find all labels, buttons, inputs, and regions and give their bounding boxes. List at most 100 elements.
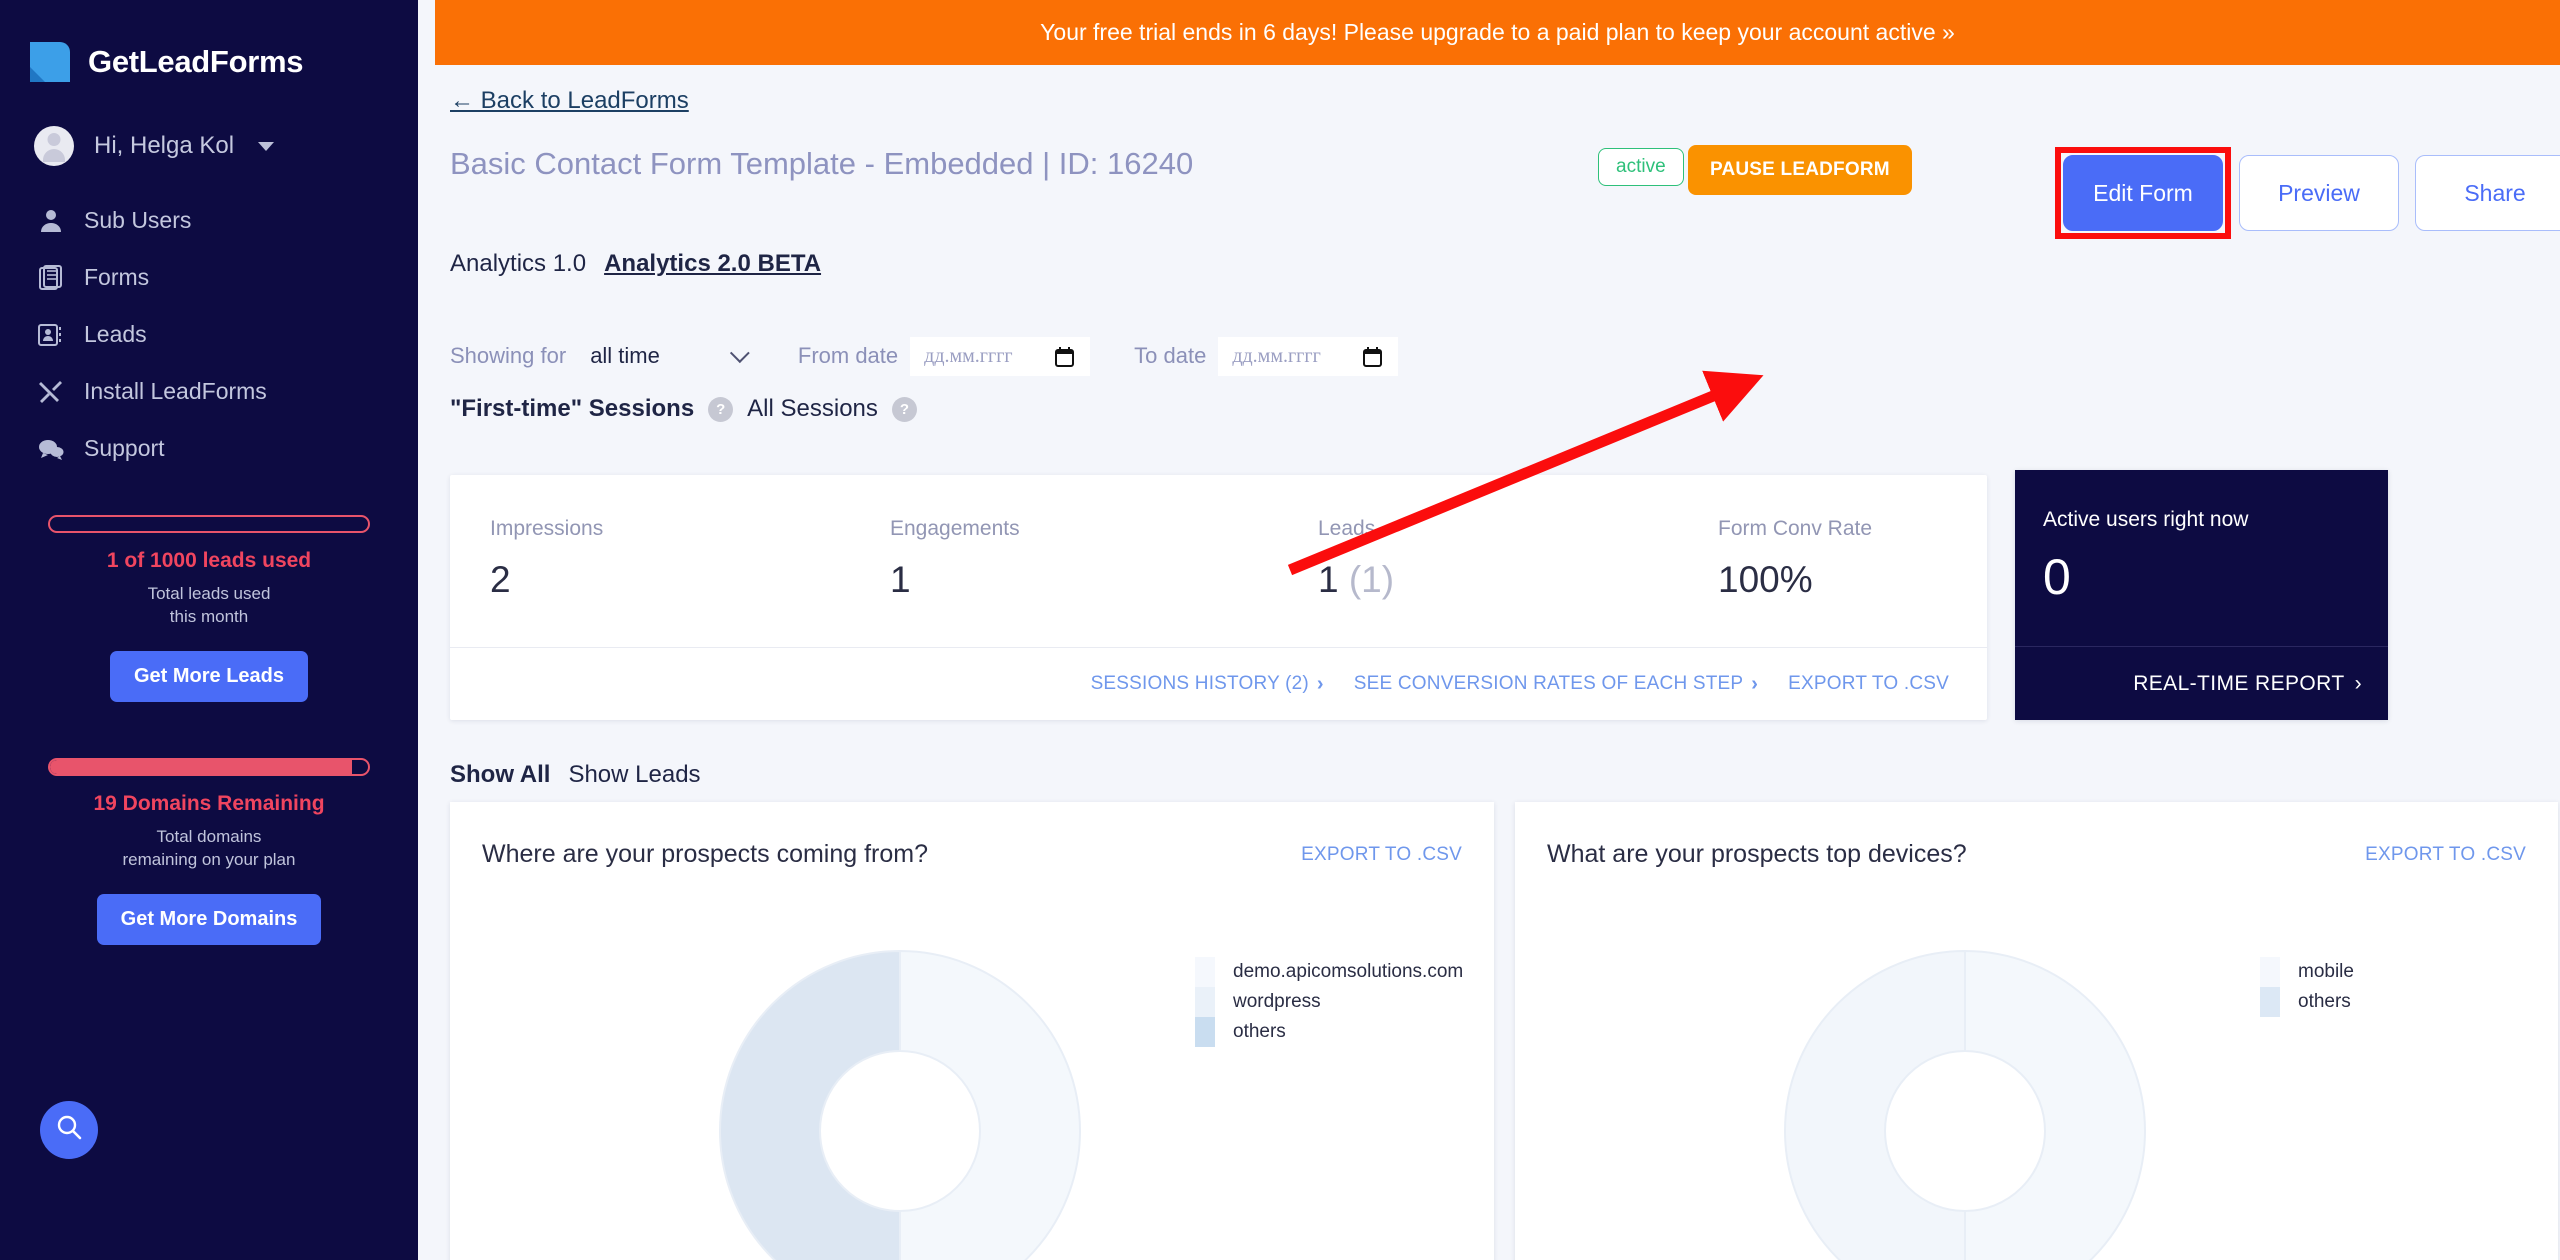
brand[interactable]: GetLeadForms (0, 0, 418, 82)
tab-all-sessions[interactable]: All Sessions (747, 395, 878, 423)
tab-analytics-2-beta[interactable]: Analytics 2.0 BETA (604, 250, 821, 278)
avatar (34, 126, 74, 166)
domains-progress-bar (48, 757, 370, 776)
chart-body: demo.apicomsolutions.com wordpress other… (450, 869, 1494, 1260)
to-date-label: To date (1134, 343, 1207, 368)
back-to-leadforms-link[interactable]: ← Back to LeadForms (450, 87, 689, 115)
stat-value-main: 1 (1318, 559, 1339, 600)
showing-for-label: Showing for (450, 343, 567, 368)
donut-slice-1[interactable] (899, 949, 1081, 1260)
get-more-domains-button[interactable]: Get More Domains (96, 893, 322, 945)
donut-slice-0[interactable] (719, 949, 901, 1260)
calendar-icon[interactable] (1054, 346, 1074, 367)
user-icon (38, 208, 64, 234)
leads-sub-line1: Total leads used (147, 584, 271, 603)
stat-form-conv-rate: Form Conv Rate 100% (1678, 517, 1872, 647)
trial-banner[interactable]: Your free trial ends in 6 days! Please u… (435, 0, 2560, 65)
legend-item[interactable]: demo.apicomsolutions.com (1195, 957, 1463, 987)
calendar-icon[interactable] (1362, 346, 1382, 367)
tab-show-leads[interactable]: Show Leads (568, 761, 700, 789)
sessions-history-link[interactable]: SESSIONS HISTORY (2) › (1091, 673, 1324, 696)
edit-form-highlight-box: Edit Form (2055, 147, 2231, 239)
from-date-label: From date (797, 343, 899, 368)
action-buttons: Edit Form Preview Share Duplicate Form (2055, 147, 2560, 239)
user-profile-menu[interactable]: Hi, Helga Kol (0, 82, 418, 166)
legend-label: others (2298, 991, 2351, 1012)
chevron-down-icon (258, 141, 275, 151)
sidebar-item-label: Sub Users (84, 207, 192, 233)
edit-form-button[interactable]: Edit Form (2063, 155, 2223, 231)
show-tabs: Show All Show Leads (450, 761, 701, 789)
preview-button[interactable]: Preview (2239, 155, 2399, 231)
tab-analytics-1[interactable]: Analytics 1.0 (450, 250, 586, 278)
domains-usage-subtitle: Total domains remaining on your plan (48, 826, 370, 872)
legend-item[interactable]: mobile (2260, 957, 2354, 987)
donut-slice-1[interactable] (1964, 949, 2146, 1260)
sidebar-nav: Sub Users Forms Leads Install LeadForms (0, 192, 418, 477)
legend-item[interactable]: others (1195, 1017, 1463, 1047)
sidebar-item-label: Forms (84, 264, 150, 290)
leads-usage-block: 1 of 1000 leads used Total leads used th… (0, 515, 418, 702)
tools-icon (38, 379, 64, 405)
legend-label: mobile (2298, 961, 2354, 982)
chart-title: What are your prospects top devices? (1547, 840, 1967, 868)
pause-leadform-button[interactable]: PAUSE LEADFORM (1688, 145, 1912, 195)
sidebar-item-label: Install LeadForms (84, 378, 267, 404)
stat-value: 100% (1718, 559, 1813, 600)
chart-card-devices: What are your prospects top devices? EXP… (1515, 802, 2558, 1260)
from-date-input[interactable]: дд.мм.гггг (910, 336, 1091, 376)
donut-slice-0[interactable] (1784, 949, 1966, 1260)
to-date-input[interactable]: дд.мм.гггг (1218, 336, 1399, 376)
leads-progress-bar (48, 515, 370, 533)
main-content: ← Back to LeadForms Basic Contact Form T… (418, 65, 2560, 1260)
chart-card-sources: Where are your prospects coming from? EX… (450, 802, 1494, 1260)
to-date-placeholder: дд.мм.гггг (1232, 344, 1321, 367)
showing-for-select[interactable]: all time (580, 335, 754, 377)
legend-swatch (1195, 987, 1215, 1017)
document-icon (38, 264, 64, 291)
sidebar-item-leads[interactable]: Leads (0, 306, 418, 363)
legend-swatch (2260, 957, 2280, 987)
tab-show-all[interactable]: Show All (450, 761, 550, 789)
sidebar-item-sub-users[interactable]: Sub Users (0, 192, 418, 249)
help-icon[interactable]: ? (708, 396, 734, 422)
stat-label: Engagements (890, 517, 1020, 540)
export-csv-link[interactable]: EXPORT TO .CSV (1301, 844, 1462, 866)
donut-chart[interactable] (1755, 921, 2175, 1260)
chevron-down-icon (729, 343, 750, 364)
stat-value: 2 (490, 559, 511, 600)
share-button[interactable]: Share (2415, 155, 2560, 231)
stat-value-extra: (1) (1348, 559, 1395, 600)
legend-swatch (1195, 1017, 1215, 1047)
legend-label: wordpress (1233, 991, 1321, 1012)
get-more-leads-button[interactable]: Get More Leads (109, 650, 309, 702)
search-fab-button[interactable] (40, 1101, 98, 1159)
share-wrap: Share (2415, 155, 2560, 231)
export-csv-link[interactable]: EXPORT TO .CSV (1788, 673, 1949, 695)
donut-chart[interactable] (690, 921, 1110, 1260)
session-mode-tabs: "First-time" Sessions ? All Sessions ? (450, 395, 917, 423)
link-label: SEE CONVERSION RATES OF EACH STEP (1353, 673, 1744, 694)
stat-engagements: Engagements 1 (850, 517, 1278, 647)
tab-first-time-sessions[interactable]: "First-time" Sessions (450, 395, 694, 423)
sidebar-item-forms[interactable]: Forms (0, 249, 418, 306)
date-filters: Showing for all time From date дд.мм.ггг… (450, 335, 1399, 377)
legend-item[interactable]: wordpress (1195, 987, 1463, 1017)
stat-impressions: Impressions 2 (450, 517, 850, 647)
showing-for-value: all time (590, 343, 660, 368)
legend-item[interactable]: others (2260, 987, 2354, 1017)
chart-header: What are your prospects top devices? EXP… (1515, 802, 2558, 869)
conversion-rates-link[interactable]: SEE CONVERSION RATES OF EACH STEP › (1354, 673, 1758, 696)
app-root: GetLeadForms Hi, Helga Kol Sub Users For… (0, 0, 2560, 1260)
domains-sub-line1: Total domains (156, 826, 262, 846)
sidebar-item-install-leadforms[interactable]: Install LeadForms (0, 363, 418, 420)
help-icon[interactable]: ? (891, 396, 917, 422)
export-csv-link[interactable]: EXPORT TO .CSV (2365, 844, 2526, 866)
sidebar-item-support[interactable]: Support (0, 420, 418, 477)
page-title: Basic Contact Form Template - Embedded |… (450, 146, 1194, 181)
realtime-report-link[interactable]: REAL-TIME REPORT › (2015, 646, 2388, 720)
link-label: SESSIONS HISTORY (2) (1090, 673, 1309, 694)
realtime-value: 0 (2043, 549, 2071, 605)
analytics-tabs: Analytics 1.0 Analytics 2.0 BETA (450, 250, 821, 278)
chart-legend: mobile others (2260, 957, 2354, 1017)
